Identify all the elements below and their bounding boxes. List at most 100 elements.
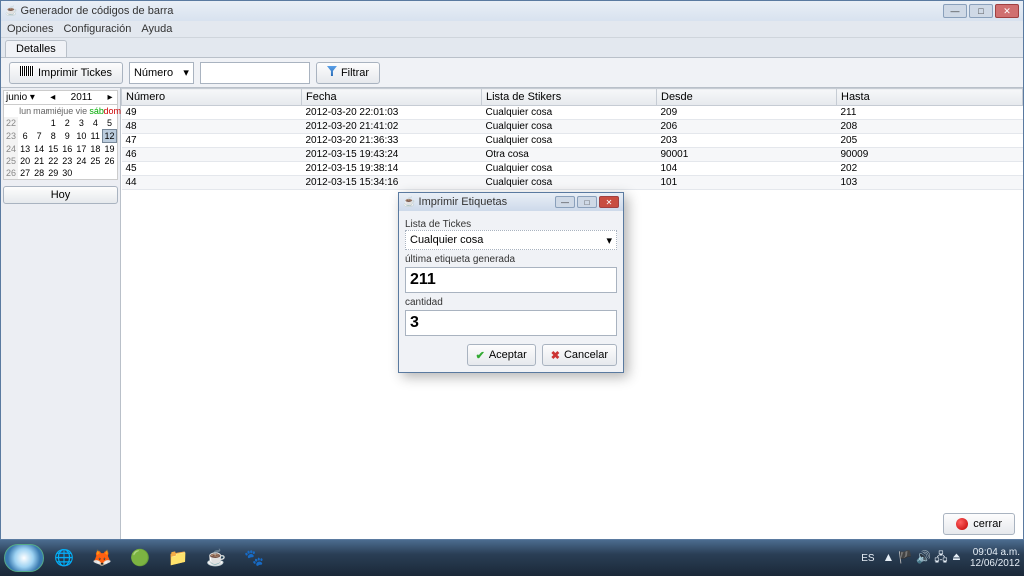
- dialog-close[interactable]: ✕: [599, 196, 619, 208]
- calendar[interactable]: lunmarmiéjueviesábdom2212345236789101112…: [3, 105, 118, 180]
- minimize-button[interactable]: —: [943, 4, 967, 18]
- cancelar-button[interactable]: Cancelar: [542, 344, 617, 366]
- calendar-day[interactable]: 20: [18, 155, 32, 167]
- table-row[interactable]: 472012-03-20 21:36:33Cualquier cosa20320…: [122, 134, 1023, 148]
- dialog-minimize[interactable]: —: [555, 196, 575, 208]
- filtrar-button[interactable]: Filtrar: [316, 62, 380, 84]
- calendar-day[interactable]: 13: [18, 143, 32, 156]
- col-hasta[interactable]: Hasta: [837, 89, 1023, 106]
- maximize-button[interactable]: □: [969, 4, 993, 18]
- calendar-header: junio ▾ ◂ 2011 ▸: [3, 90, 118, 105]
- calendar-day[interactable]: [74, 167, 88, 179]
- barcode-icon: [20, 66, 34, 79]
- calendar-day[interactable]: 1: [46, 117, 60, 130]
- col-fecha[interactable]: Fecha: [302, 89, 482, 106]
- label-lista: Lista de Tickes: [405, 219, 617, 230]
- today-button[interactable]: Hoy: [3, 186, 118, 204]
- calendar-day[interactable]: 12: [102, 130, 116, 143]
- calendar-day[interactable]: [18, 117, 32, 130]
- calendar-day[interactable]: 25: [88, 155, 102, 167]
- menubar: Opciones Configuración Ayuda: [1, 21, 1023, 38]
- calendar-day[interactable]: 5: [102, 117, 116, 130]
- taskbar-explorer[interactable]: 📁: [160, 544, 196, 572]
- imprimir-tickets-button[interactable]: Imprimir Tickes: [9, 62, 123, 84]
- calendar-day[interactable]: 7: [32, 130, 46, 143]
- menu-ayuda[interactable]: Ayuda: [141, 23, 172, 35]
- clock[interactable]: 09:04 a.m. 12/06/2012: [970, 547, 1020, 569]
- table-row[interactable]: 452012-03-15 19:38:14Cualquier cosa10420…: [122, 162, 1023, 176]
- calendar-day[interactable]: 3: [74, 117, 88, 130]
- label-ultima: última etiqueta generada: [405, 254, 617, 265]
- imprimir-dialog: Imprimir Etiquetas — □ ✕ Lista de Tickes…: [398, 192, 624, 373]
- cross-icon: [551, 349, 560, 362]
- calendar-day[interactable]: 10: [74, 130, 88, 143]
- lista-combo[interactable]: Cualquier cosa▾: [405, 230, 617, 250]
- taskbar-chrome[interactable]: 🟢: [122, 544, 158, 572]
- calendar-day[interactable]: 14: [32, 143, 46, 156]
- dialog-title: Imprimir Etiquetas: [419, 196, 508, 208]
- year-next[interactable]: ▸: [105, 92, 115, 103]
- calendar-day[interactable]: 28: [32, 167, 46, 179]
- table-row[interactable]: 492012-03-20 22:01:03Cualquier cosa20921…: [122, 106, 1023, 120]
- start-button[interactable]: [4, 544, 44, 572]
- cerrar-button[interactable]: cerrar: [943, 513, 1015, 535]
- tab-row: Detalles: [1, 38, 1023, 58]
- taskbar-ie[interactable]: 🌐: [46, 544, 82, 572]
- table-row[interactable]: 462012-03-15 19:43:24Otra cosa9000190009: [122, 148, 1023, 162]
- titlebar: Generador de códigos de barra — □ ✕: [1, 1, 1023, 21]
- calendar-day[interactable]: [88, 167, 102, 179]
- cantidad-input[interactable]: 3: [405, 310, 617, 336]
- col-desde[interactable]: Desde: [657, 89, 837, 106]
- menu-opciones[interactable]: Opciones: [7, 23, 53, 35]
- check-icon: [476, 349, 485, 362]
- tray[interactable]: ▲ 🏴 🔊 🖧 ⏏: [883, 548, 962, 569]
- aceptar-button[interactable]: Aceptar: [467, 344, 536, 366]
- label-cantidad: cantidad: [405, 297, 617, 308]
- calendar-day[interactable]: 24: [74, 155, 88, 167]
- menu-configuracion[interactable]: Configuración: [63, 23, 131, 35]
- calendar-day[interactable]: 6: [18, 130, 32, 143]
- calendar-day[interactable]: 11: [88, 130, 102, 143]
- chevron-down-icon: ▾: [606, 234, 612, 247]
- calendar-day[interactable]: 15: [46, 143, 60, 156]
- dialog-titlebar: Imprimir Etiquetas — □ ✕: [399, 193, 623, 211]
- filter-value-input[interactable]: [200, 62, 310, 84]
- app-title: Generador de códigos de barra: [21, 5, 174, 17]
- taskbar-gimp[interactable]: 🐾: [236, 544, 272, 572]
- lang-indicator[interactable]: ES: [861, 553, 874, 564]
- calendar-day[interactable]: 27: [18, 167, 32, 179]
- calendar-day[interactable]: 21: [32, 155, 46, 167]
- chevron-down-icon: ▾: [183, 66, 189, 79]
- col-numero[interactable]: Número: [122, 89, 302, 106]
- calendar-day[interactable]: 16: [60, 143, 74, 156]
- calendar-day[interactable]: 23: [60, 155, 74, 167]
- calendar-day[interactable]: 8: [46, 130, 60, 143]
- app-icon: [5, 5, 17, 17]
- calendar-day[interactable]: 9: [60, 130, 74, 143]
- calendar-day[interactable]: 18: [88, 143, 102, 156]
- toolbar: Imprimir Tickes Número▾ Filtrar: [1, 58, 1023, 88]
- calendar-day[interactable]: 22: [46, 155, 60, 167]
- calendar-day[interactable]: 19: [102, 143, 116, 156]
- table-row[interactable]: 442012-03-15 15:34:16Cualquier cosa10110…: [122, 176, 1023, 190]
- col-lista[interactable]: Lista de Stikers: [482, 89, 657, 106]
- month-combo[interactable]: junio ▾: [6, 92, 35, 103]
- calendar-day[interactable]: 29: [46, 167, 60, 179]
- calendar-day[interactable]: 26: [102, 155, 116, 167]
- calendar-day[interactable]: 2: [60, 117, 74, 130]
- calendar-day[interactable]: 30: [60, 167, 74, 179]
- tab-detalles[interactable]: Detalles: [5, 40, 67, 57]
- filter-field-combo[interactable]: Número▾: [129, 62, 194, 84]
- calendar-day[interactable]: [102, 167, 116, 179]
- taskbar-firefox[interactable]: 🦊: [84, 544, 120, 572]
- month-prev[interactable]: ◂: [48, 92, 58, 103]
- calendar-day[interactable]: 17: [74, 143, 88, 156]
- calendar-day[interactable]: [32, 117, 46, 130]
- close-button[interactable]: ✕: [995, 4, 1019, 18]
- table-row[interactable]: 482012-03-20 21:41:02Cualquier cosa20620…: [122, 120, 1023, 134]
- year-value: 2011: [71, 92, 93, 103]
- calendar-day[interactable]: 4: [88, 117, 102, 130]
- dialog-maximize[interactable]: □: [577, 196, 597, 208]
- taskbar-java[interactable]: ☕: [198, 544, 234, 572]
- funnel-icon: [327, 66, 337, 79]
